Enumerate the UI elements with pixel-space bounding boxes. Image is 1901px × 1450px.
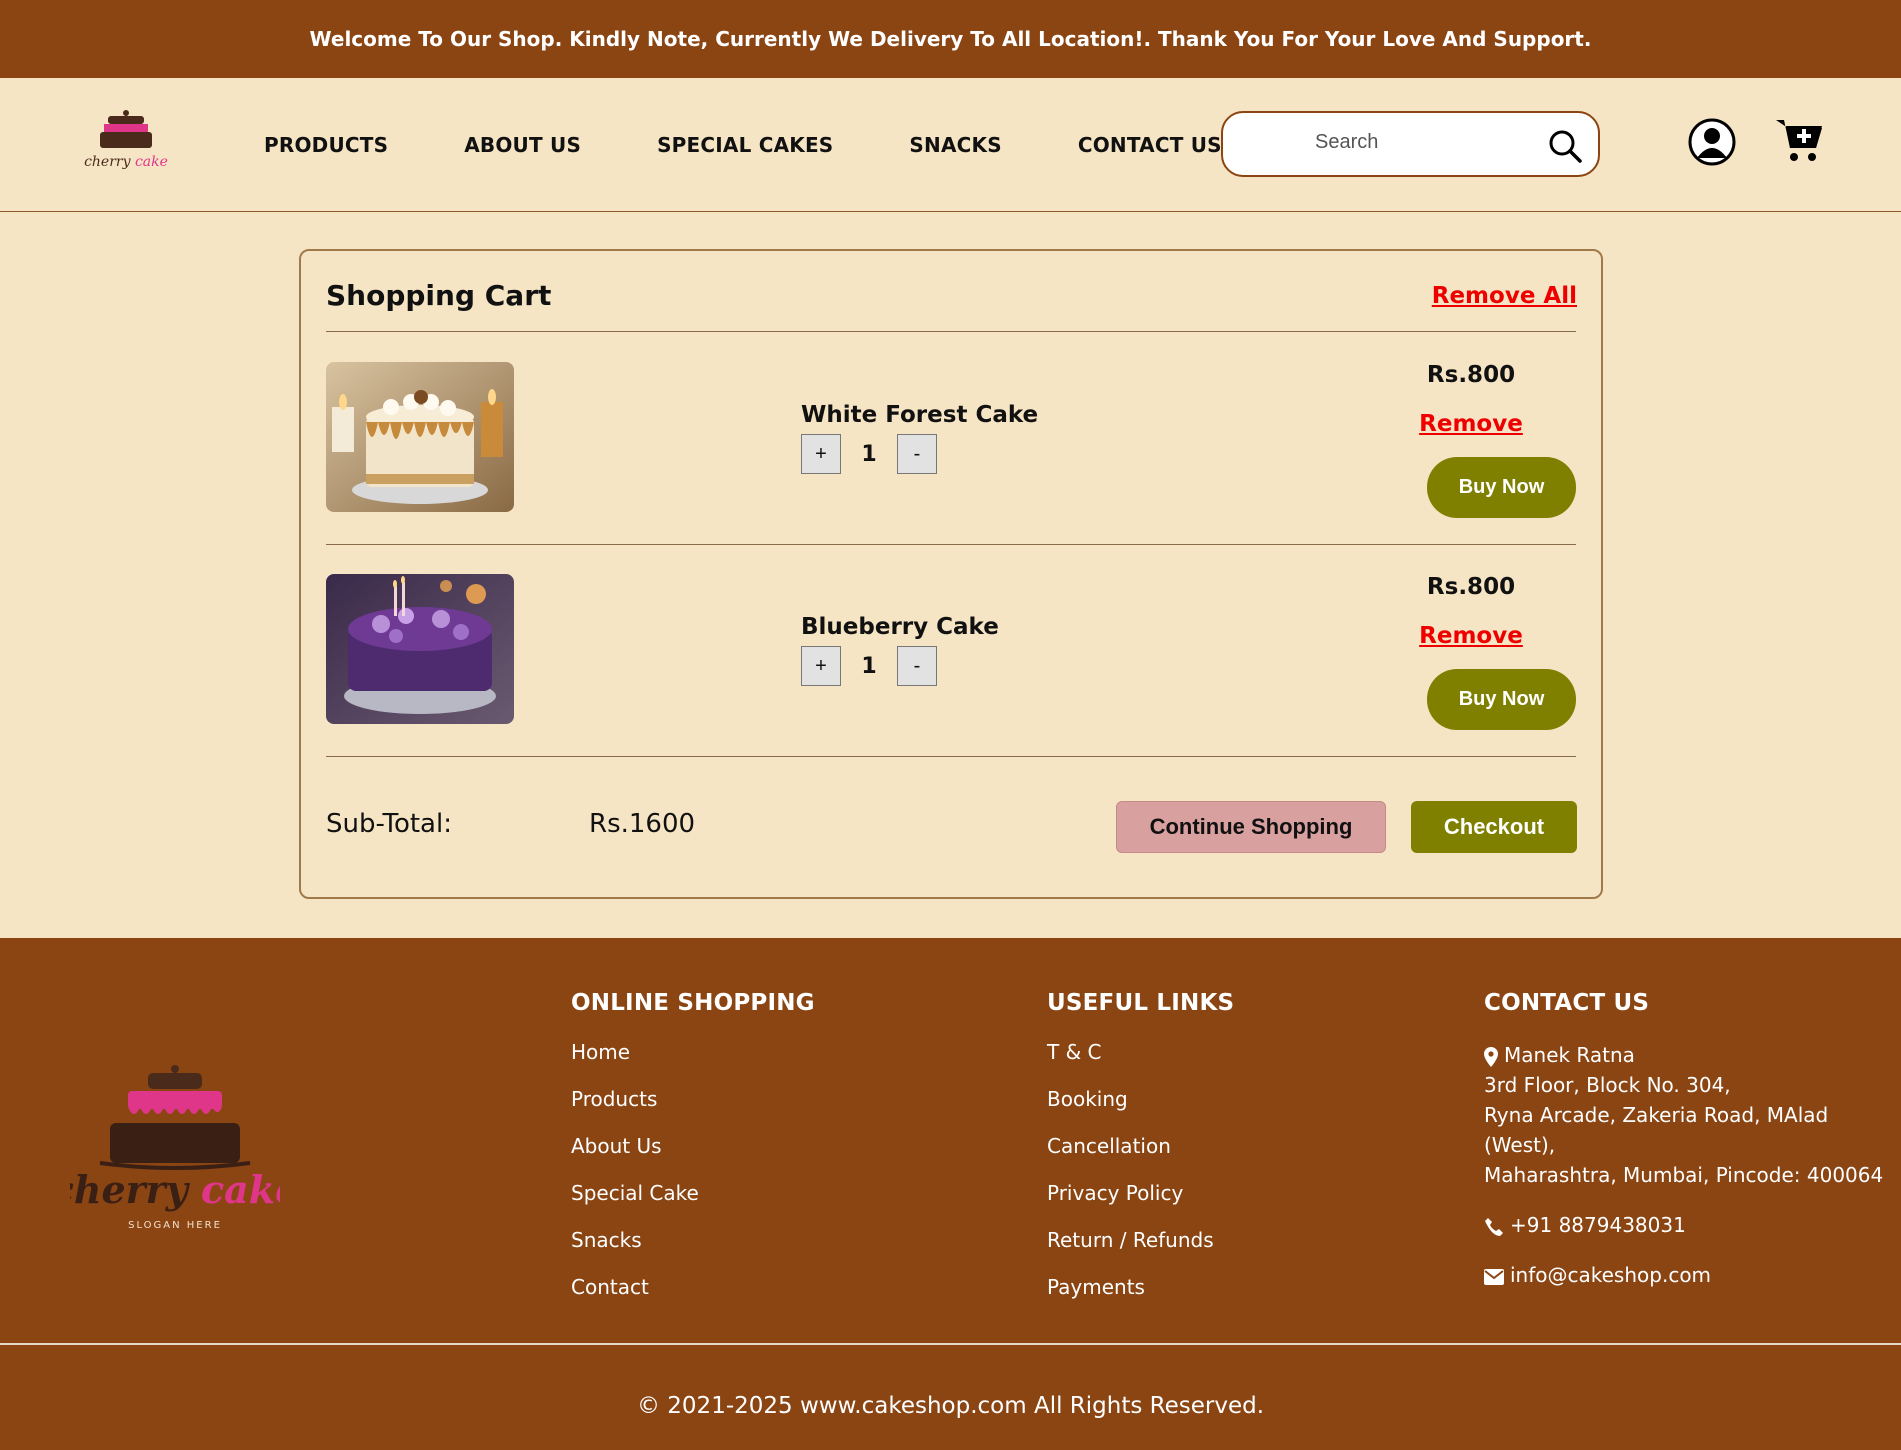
item-price: Rs.800 [1426, 362, 1516, 388]
user-icon[interactable] [1688, 118, 1736, 166]
search-input[interactable] [1315, 131, 1535, 154]
contact-heading: CONTACT US [1484, 990, 1650, 1016]
nav-snacks[interactable]: SNACKS [909, 133, 1001, 157]
subtotal-label: Sub-Total: [326, 809, 452, 839]
shopping-cart-panel: Shopping Cart Remove All White Forest Ca… [299, 249, 1603, 899]
footer-link-special-cake[interactable]: Special Cake [571, 1181, 815, 1205]
phone-line[interactable]: +91 8879438031 [1484, 1210, 1901, 1240]
quantity-stepper: + 1 - [801, 646, 937, 686]
cart-add-icon[interactable] [1774, 114, 1824, 164]
nav-about-us[interactable]: ABOUT US [464, 133, 581, 157]
address-line: 3rd Floor, Block No. 304, [1484, 1073, 1731, 1097]
footer-link-return-refunds[interactable]: Return / Refunds [1047, 1228, 1234, 1252]
divider [326, 756, 1576, 757]
footer-link-booking[interactable]: Booking [1047, 1087, 1234, 1111]
item-price: Rs.800 [1426, 574, 1516, 600]
email-line[interactable]: info@cakeshop.com [1484, 1260, 1901, 1290]
online-shopping-column: ONLINE SHOPPING Home Products About Us S… [571, 990, 815, 1322]
item-name: Blueberry Cake [801, 614, 999, 640]
cart-item: Blueberry Cake + 1 - Rs.800 Remove Buy N… [326, 574, 1576, 730]
logo[interactable]: cherry cake [82, 100, 170, 180]
white-forest-cake-image [326, 362, 514, 512]
blueberry-cake-image [326, 574, 514, 724]
footer-link-terms[interactable]: T & C [1047, 1040, 1234, 1064]
site-footer: cherry cake SLOGAN HERE ONLINE SHOPPING … [0, 938, 1901, 1450]
envelope-icon [1484, 1268, 1504, 1285]
buy-now-button[interactable]: Buy Now [1427, 669, 1576, 730]
divider [326, 331, 1576, 332]
remove-item-link[interactable]: Remove [1401, 411, 1541, 437]
footer-divider [0, 1343, 1901, 1345]
decrease-qty-button[interactable]: - [897, 434, 937, 474]
continue-shopping-button[interactable]: Continue Shopping [1116, 801, 1386, 853]
logo-slogan: SLOGAN HERE [128, 1220, 222, 1231]
quantity-value: 1 [861, 441, 877, 467]
increase-qty-button[interactable]: + [801, 434, 841, 474]
footer-link-about-us[interactable]: About Us [571, 1134, 815, 1158]
buy-now-button[interactable]: Buy Now [1427, 457, 1576, 518]
footer-link-products[interactable]: Products [571, 1087, 815, 1111]
address-line: Ryna Arcade, Zakeria Road, MAlad (West), [1484, 1103, 1829, 1157]
remove-all-link[interactable]: Remove All [1432, 283, 1577, 309]
divider [326, 544, 1576, 545]
useful-links-column: USEFUL LINKS T & C Booking Cancellation … [1047, 990, 1234, 1322]
phone-icon [1485, 1217, 1503, 1236]
useful-links-heading: USEFUL LINKS [1047, 990, 1235, 1016]
address-line: Manek Ratna [1484, 1040, 1901, 1070]
quantity-value: 1 [861, 653, 877, 679]
footer-link-cancellation[interactable]: Cancellation [1047, 1134, 1234, 1158]
cart-item: White Forest Cake + 1 - Rs.800 Remove Bu… [326, 362, 1576, 518]
nav-special-cakes[interactable]: SPECIAL CAKES [657, 133, 833, 157]
copyright-text: © 2021-2025 www.cakeshop.com All Rights … [636, 1393, 1265, 1419]
nav-contact-us[interactable]: CONTACT US [1078, 133, 1222, 157]
footer-link-snacks[interactable]: Snacks [571, 1228, 815, 1252]
announcement-text: Welcome To Our Shop. Kindly Note, Curren… [309, 27, 1592, 51]
svg-text:cherry cake: cherry cake [70, 1167, 280, 1212]
search-icon[interactable] [1548, 129, 1582, 163]
nav-products[interactable]: PRODUCTS [264, 133, 388, 157]
quantity-stepper: + 1 - [801, 434, 937, 474]
address-line: Maharashtra, Mumbai, Pincode: 400064 [1484, 1163, 1884, 1187]
announcement-bar: Welcome To Our Shop. Kindly Note, Curren… [0, 0, 1901, 78]
subtotal-value: Rs.1600 [589, 809, 696, 839]
svg-text:cherry cake: cherry cake [84, 154, 168, 170]
footer-link-contact[interactable]: Contact [571, 1275, 815, 1299]
footer-link-privacy-policy[interactable]: Privacy Policy [1047, 1181, 1234, 1205]
search-box [1221, 111, 1600, 177]
cart-title: Shopping Cart [326, 279, 552, 312]
checkout-button[interactable]: Checkout [1411, 801, 1577, 853]
site-header: cherry cake PRODUCTS ABOUT US SPECIAL CA… [0, 78, 1901, 212]
decrease-qty-button[interactable]: - [897, 646, 937, 686]
remove-item-link[interactable]: Remove [1401, 623, 1541, 649]
main-nav: PRODUCTS ABOUT US SPECIAL CAKES SNACKS C… [264, 78, 1298, 212]
footer-logo[interactable]: cherry cake SLOGAN HERE [70, 1063, 280, 1243]
increase-qty-button[interactable]: + [801, 646, 841, 686]
map-pin-icon [1484, 1046, 1498, 1067]
footer-link-home[interactable]: Home [571, 1040, 815, 1064]
item-name: White Forest Cake [801, 402, 1039, 428]
online-shopping-heading: ONLINE SHOPPING [571, 990, 815, 1016]
contact-column: CONTACT US Manek Ratna 3rd Floor, Block … [1484, 990, 1901, 1290]
footer-link-payments[interactable]: Payments [1047, 1275, 1234, 1299]
